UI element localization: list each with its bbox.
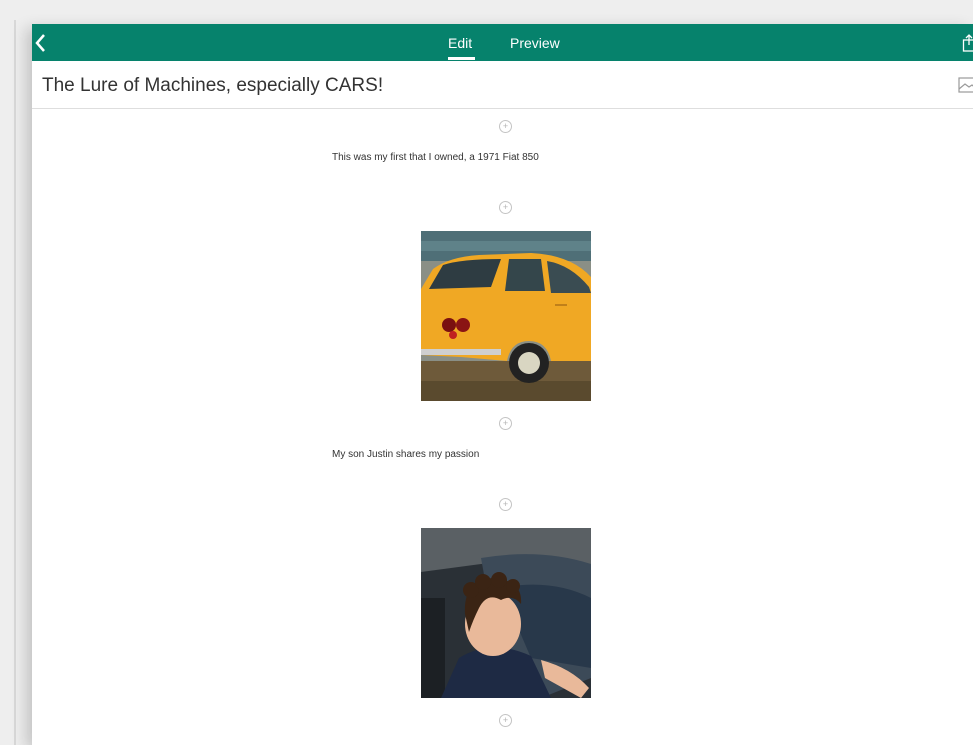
plus-icon: + xyxy=(502,202,509,212)
add-block-button[interactable]: + xyxy=(499,201,512,214)
share-button[interactable] xyxy=(962,34,973,52)
car-photo[interactable] xyxy=(421,231,591,401)
page-title[interactable]: The Lure of Machines, especially CARS! xyxy=(42,75,383,97)
tab-preview[interactable]: Preview xyxy=(510,35,560,51)
tab-edit[interactable]: Edit xyxy=(448,35,472,51)
image-icon xyxy=(958,77,973,93)
add-block-button[interactable]: + xyxy=(499,714,512,727)
plus-icon: + xyxy=(502,418,509,428)
yellow-fiat-car-image xyxy=(421,231,591,401)
add-block-button[interactable]: + xyxy=(499,120,512,133)
text-block[interactable]: This was my first that I owned, a 1971 F… xyxy=(332,152,539,163)
top-bar: Edit Preview xyxy=(32,24,973,61)
add-block-button[interactable]: + xyxy=(499,498,512,511)
editor-screen: Edit Preview The Lure of Machines, espec… xyxy=(32,24,973,745)
plus-icon: + xyxy=(502,121,509,131)
plus-icon: + xyxy=(502,715,509,725)
chevron-left-icon xyxy=(35,34,45,52)
insert-image-button[interactable] xyxy=(958,77,973,93)
add-block-button[interactable]: + xyxy=(499,417,512,430)
text-block[interactable]: My son Justin shares my passion xyxy=(332,449,479,460)
boy-in-car-image xyxy=(421,528,591,698)
tab-edit-indicator xyxy=(448,57,475,60)
boy-photo[interactable] xyxy=(421,528,591,698)
share-icon xyxy=(962,34,973,52)
background-edge xyxy=(14,20,16,745)
title-row: The Lure of Machines, especially CARS! xyxy=(32,61,973,109)
back-button[interactable] xyxy=(32,30,54,54)
plus-icon: + xyxy=(502,499,509,509)
